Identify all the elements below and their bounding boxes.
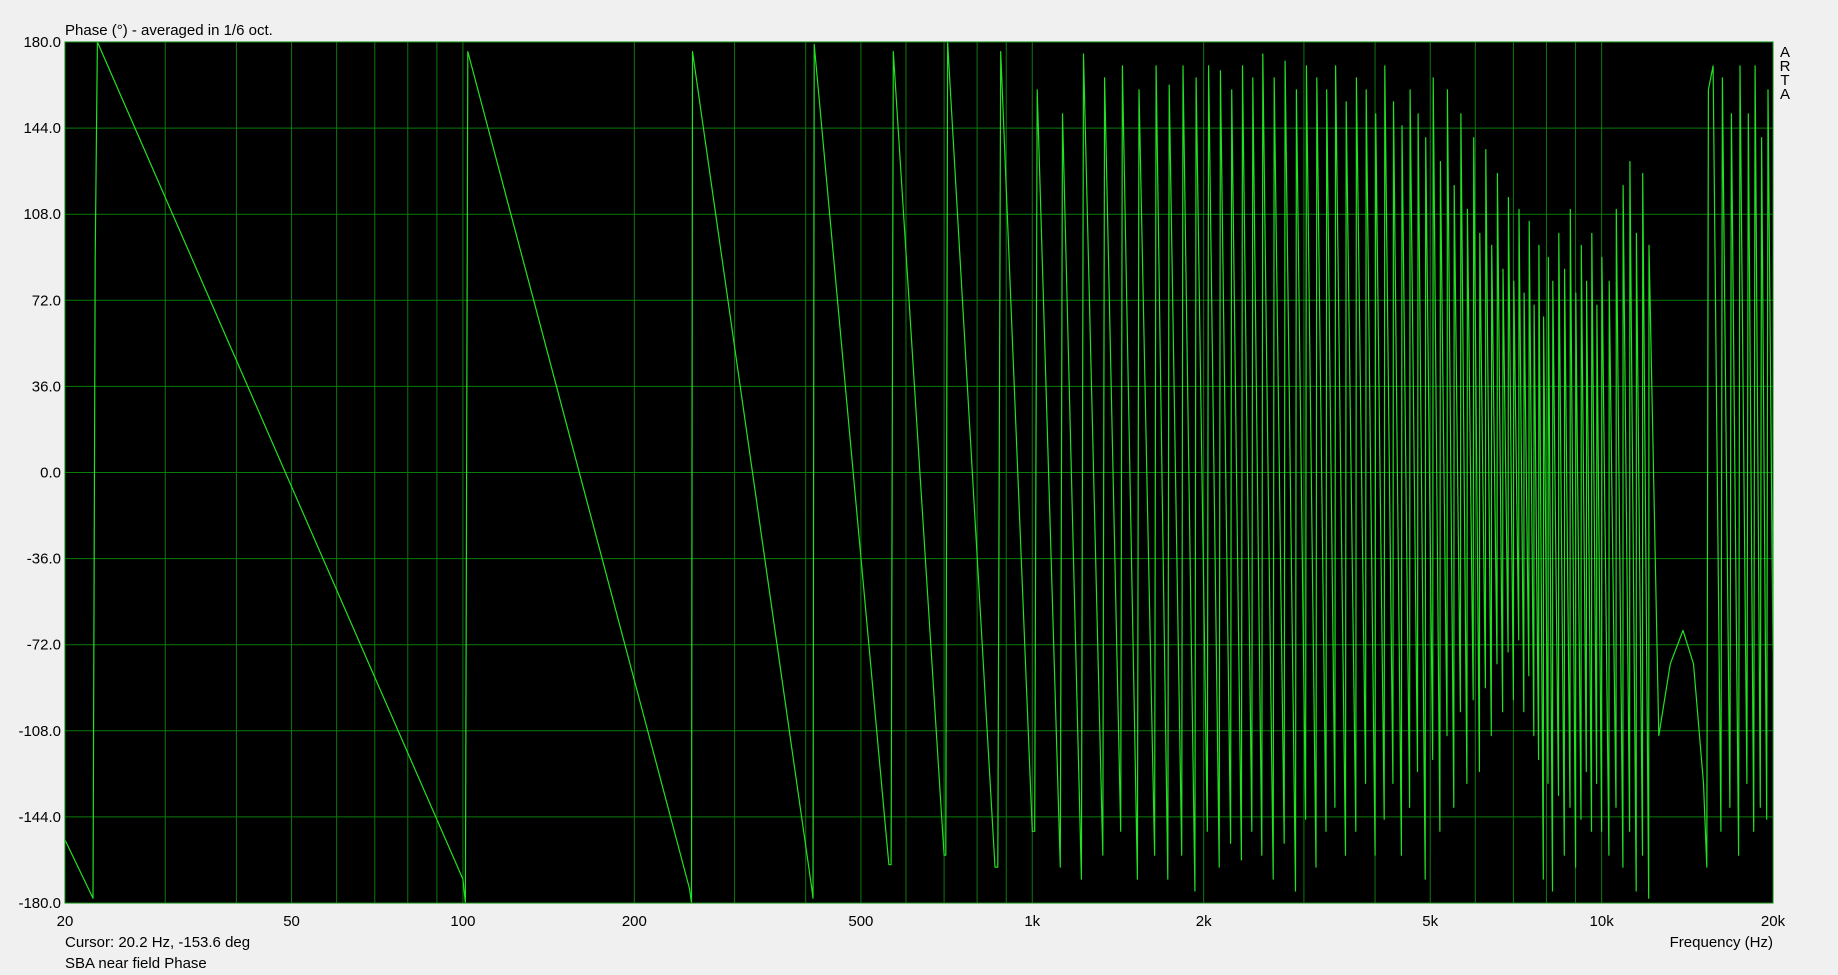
x-tick-label: 200 <box>622 913 647 930</box>
cursor-readout: Cursor: 20.2 Hz, -153.6 deg <box>65 934 250 951</box>
arta-watermark: ARTA <box>1780 44 1791 103</box>
y-tick-labels: 180.0 144.0 108.0 72.0 36.0 0.0 -36.0 -72.0 -108… <box>18 34 61 912</box>
x-tick-label: 20 <box>57 913 74 930</box>
x-tick-label: 100 <box>450 913 475 930</box>
y-tick-label: -36.0 <box>27 551 61 568</box>
phase-chart: 180.0 144.0 108.0 72.0 36.0 0.0 -36.0 -72.0 -108… <box>18 22 1791 972</box>
legend-series-name: SBA near field Phase <box>65 955 207 972</box>
x-tick-label: 50 <box>283 913 300 930</box>
x-tick-label: 1k <box>1024 913 1040 930</box>
x-axis-label: Frequency (Hz) <box>1670 934 1773 951</box>
y-tick-label: -144.0 <box>18 809 61 826</box>
y-tick-label: 180.0 <box>23 34 61 51</box>
y-tick-label: -180.0 <box>18 895 61 912</box>
watermark-letter: A <box>1780 86 1790 103</box>
x-tick-label: 500 <box>848 913 873 930</box>
y-tick-label: 0.0 <box>40 465 61 482</box>
x-tick-labels: 20 50 100 200 500 1k 2k 5k 10k 20k <box>57 913 1786 930</box>
chart-title: Phase (°) - averaged in 1/6 oct. <box>65 22 273 39</box>
y-tick-label: -108.0 <box>18 723 61 740</box>
x-tick-label: 2k <box>1196 913 1212 930</box>
y-tick-label: 72.0 <box>32 292 61 309</box>
x-tick-label: 20k <box>1761 913 1786 930</box>
x-tick-label: 5k <box>1422 913 1438 930</box>
y-tick-label: 36.0 <box>32 378 61 395</box>
y-tick-label: 144.0 <box>23 120 61 137</box>
x-tick-label: 10k <box>1590 913 1615 930</box>
y-tick-label: -72.0 <box>27 637 61 654</box>
y-tick-label: 108.0 <box>23 206 61 223</box>
